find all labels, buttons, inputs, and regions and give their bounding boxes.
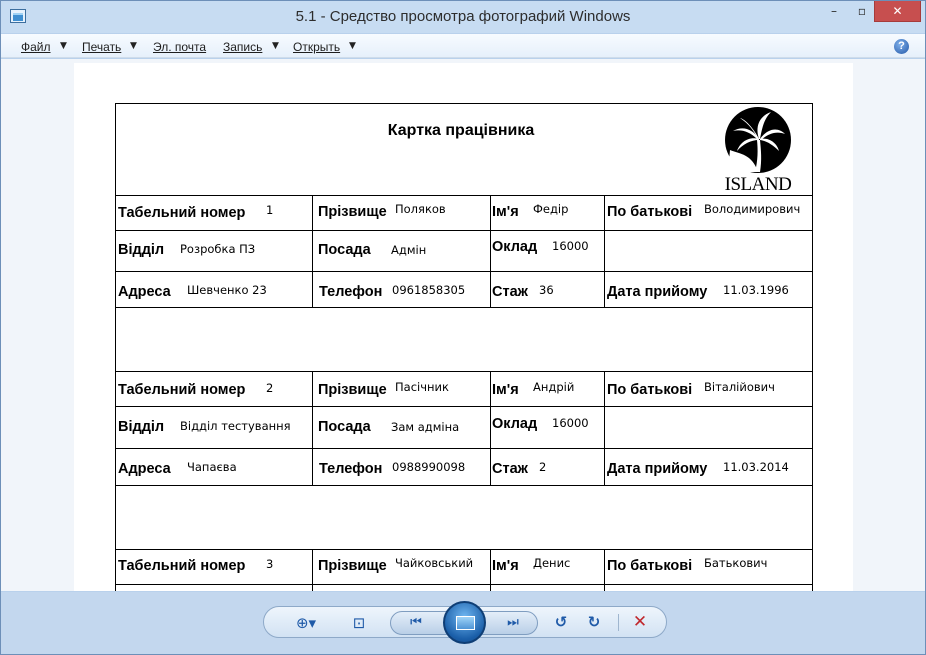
menu-open-chevron-down-icon[interactable]: ▼ (349, 41, 356, 51)
name-value: Денис (533, 556, 571, 570)
menu-burn[interactable]: Запись (223, 40, 262, 54)
menu-print-chevron-down-icon[interactable]: ▼ (130, 41, 137, 51)
name-value: Андрій (533, 380, 575, 394)
bottom-toolbar: ⊕▾ ⊡ ⏮ ⏭ ↺ ↻ ✕ (1, 592, 925, 654)
spacer-row (116, 308, 812, 372)
phone-value: 0988990098 (392, 460, 466, 474)
window-title: 5.1 - Средство просмотра фотографий Wind… (295, 8, 631, 25)
card-header: Картка працівника ISLAND (116, 104, 812, 196)
table-row (116, 585, 812, 591)
position-value: Зам адміна (391, 420, 460, 434)
help-icon[interactable]: ? (894, 39, 909, 54)
menu-burn-chevron-down-icon[interactable]: ▼ (272, 41, 279, 51)
dept-label: Відділ (118, 419, 165, 435)
hire-date-value: 11.03.1996 (723, 283, 789, 297)
salary-label: Оклад (492, 416, 538, 432)
address-value: Шевченко 23 (187, 283, 267, 297)
tab-number-value: 2 (266, 381, 274, 395)
salary-value: 16000 (552, 239, 589, 253)
surname-value: Пасічник (395, 380, 449, 394)
tab-number-value: 1 (266, 203, 274, 217)
employee-card-document: Картка працівника ISLAND Табельний номер… (115, 103, 813, 591)
patronymic-label: По батькові (607, 382, 693, 398)
surname-label: Прізвище (318, 204, 387, 220)
previous-icon[interactable]: ⏮ (404, 612, 428, 634)
stage-value: 2 (539, 460, 547, 474)
close-button[interactable]: ✕ (874, 1, 921, 22)
position-label: Посада (318, 419, 371, 435)
toolbar-divider (618, 614, 619, 631)
phone-value: 0961858305 (392, 283, 466, 297)
photo-viewer-window: 5.1 - Средство просмотра фотографий Wind… (0, 0, 926, 655)
dept-value: Відділ тестування (180, 419, 291, 433)
hire-date-label: Дата прийому (607, 461, 708, 477)
address-value: Чапаєва (187, 460, 237, 474)
actual-size-icon[interactable]: ⊡ (347, 612, 371, 634)
menu-email[interactable]: Эл. почта (153, 40, 206, 54)
zoom-icon[interactable]: ⊕▾ (289, 612, 323, 634)
dept-label: Відділ (118, 242, 165, 258)
surname-label: Прізвище (318, 558, 387, 574)
rotate-left-icon[interactable]: ↺ (550, 611, 572, 633)
minimize-button[interactable]: – (821, 1, 847, 22)
table-row: Табельний номер 3 Прізвище Чайковський І… (116, 550, 812, 585)
card-title: Картка працівника (387, 122, 535, 139)
stage-value: 36 (539, 283, 554, 297)
dept-value: Розробка ПЗ (180, 242, 256, 256)
table-row: Табельний номер 2 Прізвище Пасічник Ім'я… (116, 372, 812, 407)
stage-label: Стаж (492, 284, 528, 300)
rotate-right-icon[interactable]: ↻ (583, 611, 605, 633)
patronymic-value: Батькович (704, 556, 768, 570)
table-row: Відділ Розробка ПЗ Посада Адмін Оклад 16… (116, 231, 812, 272)
tab-number-label: Табельний номер (118, 382, 246, 398)
surname-value: Поляков (395, 202, 446, 216)
salary-value: 16000 (552, 416, 589, 430)
table-row: Відділ Відділ тестування Посада Зам адмі… (116, 407, 812, 449)
name-label: Ім'я (492, 382, 519, 398)
menu-file-chevron-down-icon[interactable]: ▼ (60, 41, 67, 51)
delete-icon[interactable]: ✕ (628, 611, 652, 633)
name-label: Ім'я (492, 558, 519, 574)
phone-label: Телефон (319, 284, 383, 300)
salary-label: Оклад (492, 239, 538, 255)
surname-value: Чайковський (395, 556, 474, 570)
table-row: Адреса Чапаєва Телефон 0988990098 Стаж 2… (116, 449, 812, 486)
address-label: Адреса (118, 461, 171, 477)
menu-bar: Файл ▼ Печать ▼ Эл. почта Запись ▼ Откры… (1, 34, 925, 58)
table-row: Адреса Шевченко 23 Телефон 0961858305 Ст… (116, 272, 812, 308)
slideshow-button[interactable] (443, 601, 486, 644)
address-label: Адреса (118, 284, 171, 300)
hire-date-label: Дата прийому (607, 284, 708, 300)
stage-label: Стаж (492, 461, 528, 477)
patronymic-value: Віталійович (704, 380, 775, 394)
island-logo-text: ISLAND (724, 174, 792, 195)
menu-open[interactable]: Открыть (293, 40, 340, 54)
surname-label: Прізвище (318, 382, 387, 398)
tab-number-value: 3 (266, 557, 274, 571)
patronymic-label: По батькові (607, 558, 693, 574)
position-value: Адмін (391, 243, 427, 257)
hire-date-value: 11.03.2014 (723, 460, 789, 474)
patronymic-label: По батькові (607, 204, 693, 220)
phone-label: Телефон (319, 461, 383, 477)
name-label: Ім'я (492, 204, 519, 220)
maximize-button[interactable]: ▫ (849, 1, 875, 22)
table-row: Табельний номер 1 Прізвище Поляков Ім'я … (116, 196, 812, 231)
menu-print[interactable]: Печать (82, 40, 121, 54)
patronymic-value: Володимирович (704, 202, 801, 216)
position-label: Посада (318, 242, 371, 258)
spacer-row (116, 486, 812, 550)
title-bar: 5.1 - Средство просмотра фотографий Wind… (1, 1, 925, 33)
photo-image: Картка працівника ISLAND Табельний номер… (74, 63, 853, 591)
next-icon[interactable]: ⏭ (501, 612, 525, 634)
image-viewport[interactable]: Картка працівника ISLAND Табельний номер… (1, 59, 925, 591)
tab-number-label: Табельний номер (118, 558, 246, 574)
tab-number-label: Табельний номер (118, 205, 246, 221)
name-value: Федір (533, 202, 569, 216)
menu-file[interactable]: Файл (21, 40, 51, 54)
